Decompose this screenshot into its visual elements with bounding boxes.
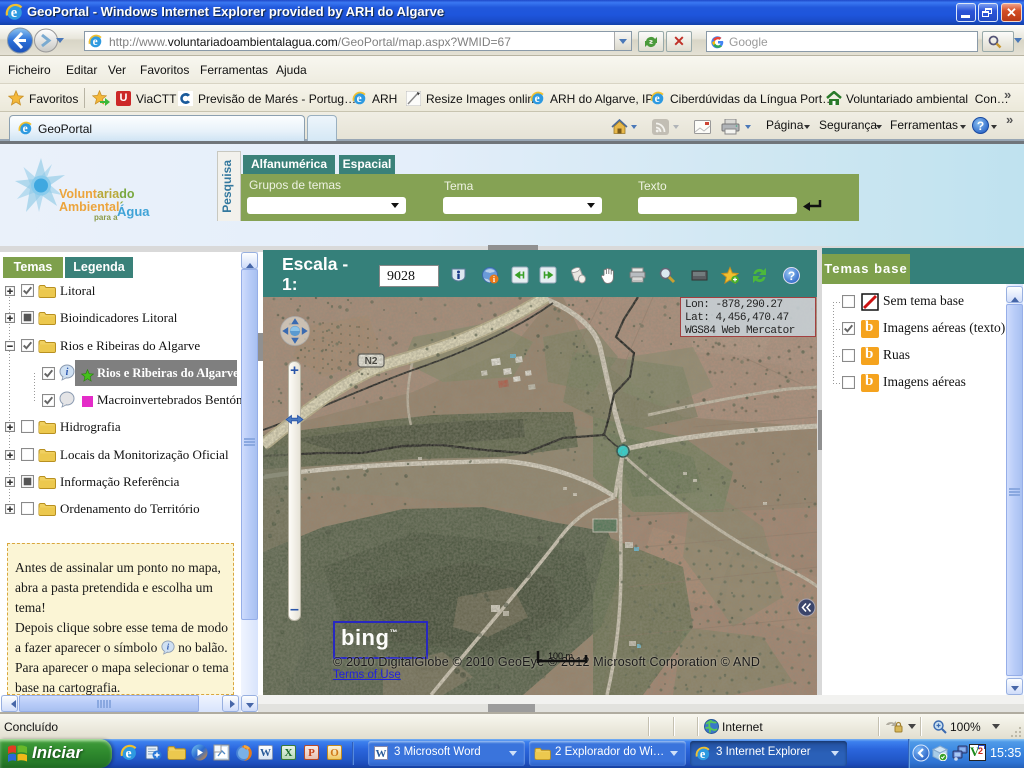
- svg-text:e: e: [93, 36, 98, 48]
- svg-text:e: e: [357, 93, 362, 105]
- svg-text:100 m: 100 m: [548, 651, 573, 661]
- svg-text:e: e: [535, 93, 540, 105]
- svg-text:i: i: [66, 367, 69, 378]
- svg-text:e: e: [655, 93, 660, 105]
- svg-text:e: e: [11, 5, 18, 21]
- svg-text:?: ?: [977, 119, 984, 133]
- svg-text:e: e: [23, 123, 28, 135]
- svg-text:?: ?: [788, 269, 795, 283]
